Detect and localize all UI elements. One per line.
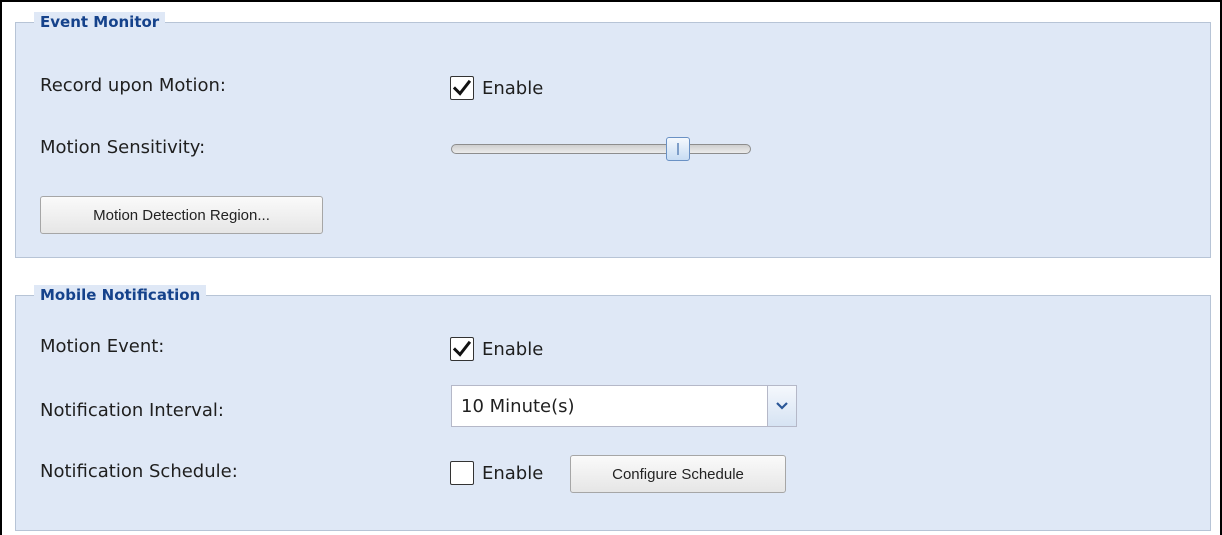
slider-thumb[interactable] [666, 137, 691, 161]
dropdown-trigger[interactable] [767, 386, 796, 426]
motion-event-label: Motion Event: [40, 336, 165, 357]
record-upon-motion-checkbox-group[interactable]: Enable [450, 76, 543, 100]
record-upon-motion-label: Record upon Motion: [40, 75, 226, 96]
notification-interval-label: Notification Interval: [40, 400, 224, 421]
configure-schedule-button[interactable]: Configure Schedule [570, 455, 786, 493]
checkmark-icon [452, 340, 472, 357]
notification-schedule-label: Notification Schedule: [40, 461, 238, 482]
notification-schedule-checkbox-group[interactable]: Enable [450, 461, 543, 485]
notification-schedule-enable-label[interactable]: Enable [482, 463, 543, 484]
motion-event-enable-label[interactable]: Enable [482, 339, 543, 360]
event-monitor-title: Event Monitor [34, 12, 166, 32]
motion-detection-region-button[interactable]: Motion Detection Region... [40, 196, 323, 234]
settings-frame: Event Monitor Record upon Motion: Enable… [0, 0, 1222, 535]
checkmark-icon [452, 79, 472, 96]
motion-sensitivity-label: Motion Sensitivity: [40, 137, 206, 158]
mobile-notification-title: Mobile Notification [34, 285, 207, 305]
motion-sensitivity-slider[interactable] [451, 137, 751, 161]
notification-interval-select[interactable]: 10 Minute(s) [451, 385, 797, 427]
motion-event-checkbox[interactable] [450, 337, 474, 361]
chevron-down-icon [776, 402, 788, 410]
record-upon-motion-enable-label[interactable]: Enable [482, 78, 543, 99]
event-monitor-group: Event Monitor Record upon Motion: Enable… [15, 12, 1211, 258]
notification-schedule-checkbox[interactable] [450, 461, 474, 485]
notification-interval-value[interactable]: 10 Minute(s) [461, 396, 575, 417]
record-upon-motion-checkbox[interactable] [450, 76, 474, 100]
motion-event-checkbox-group[interactable]: Enable [450, 337, 543, 361]
mobile-notification-group: Mobile Notification Motion Event: Enable… [15, 285, 1211, 531]
